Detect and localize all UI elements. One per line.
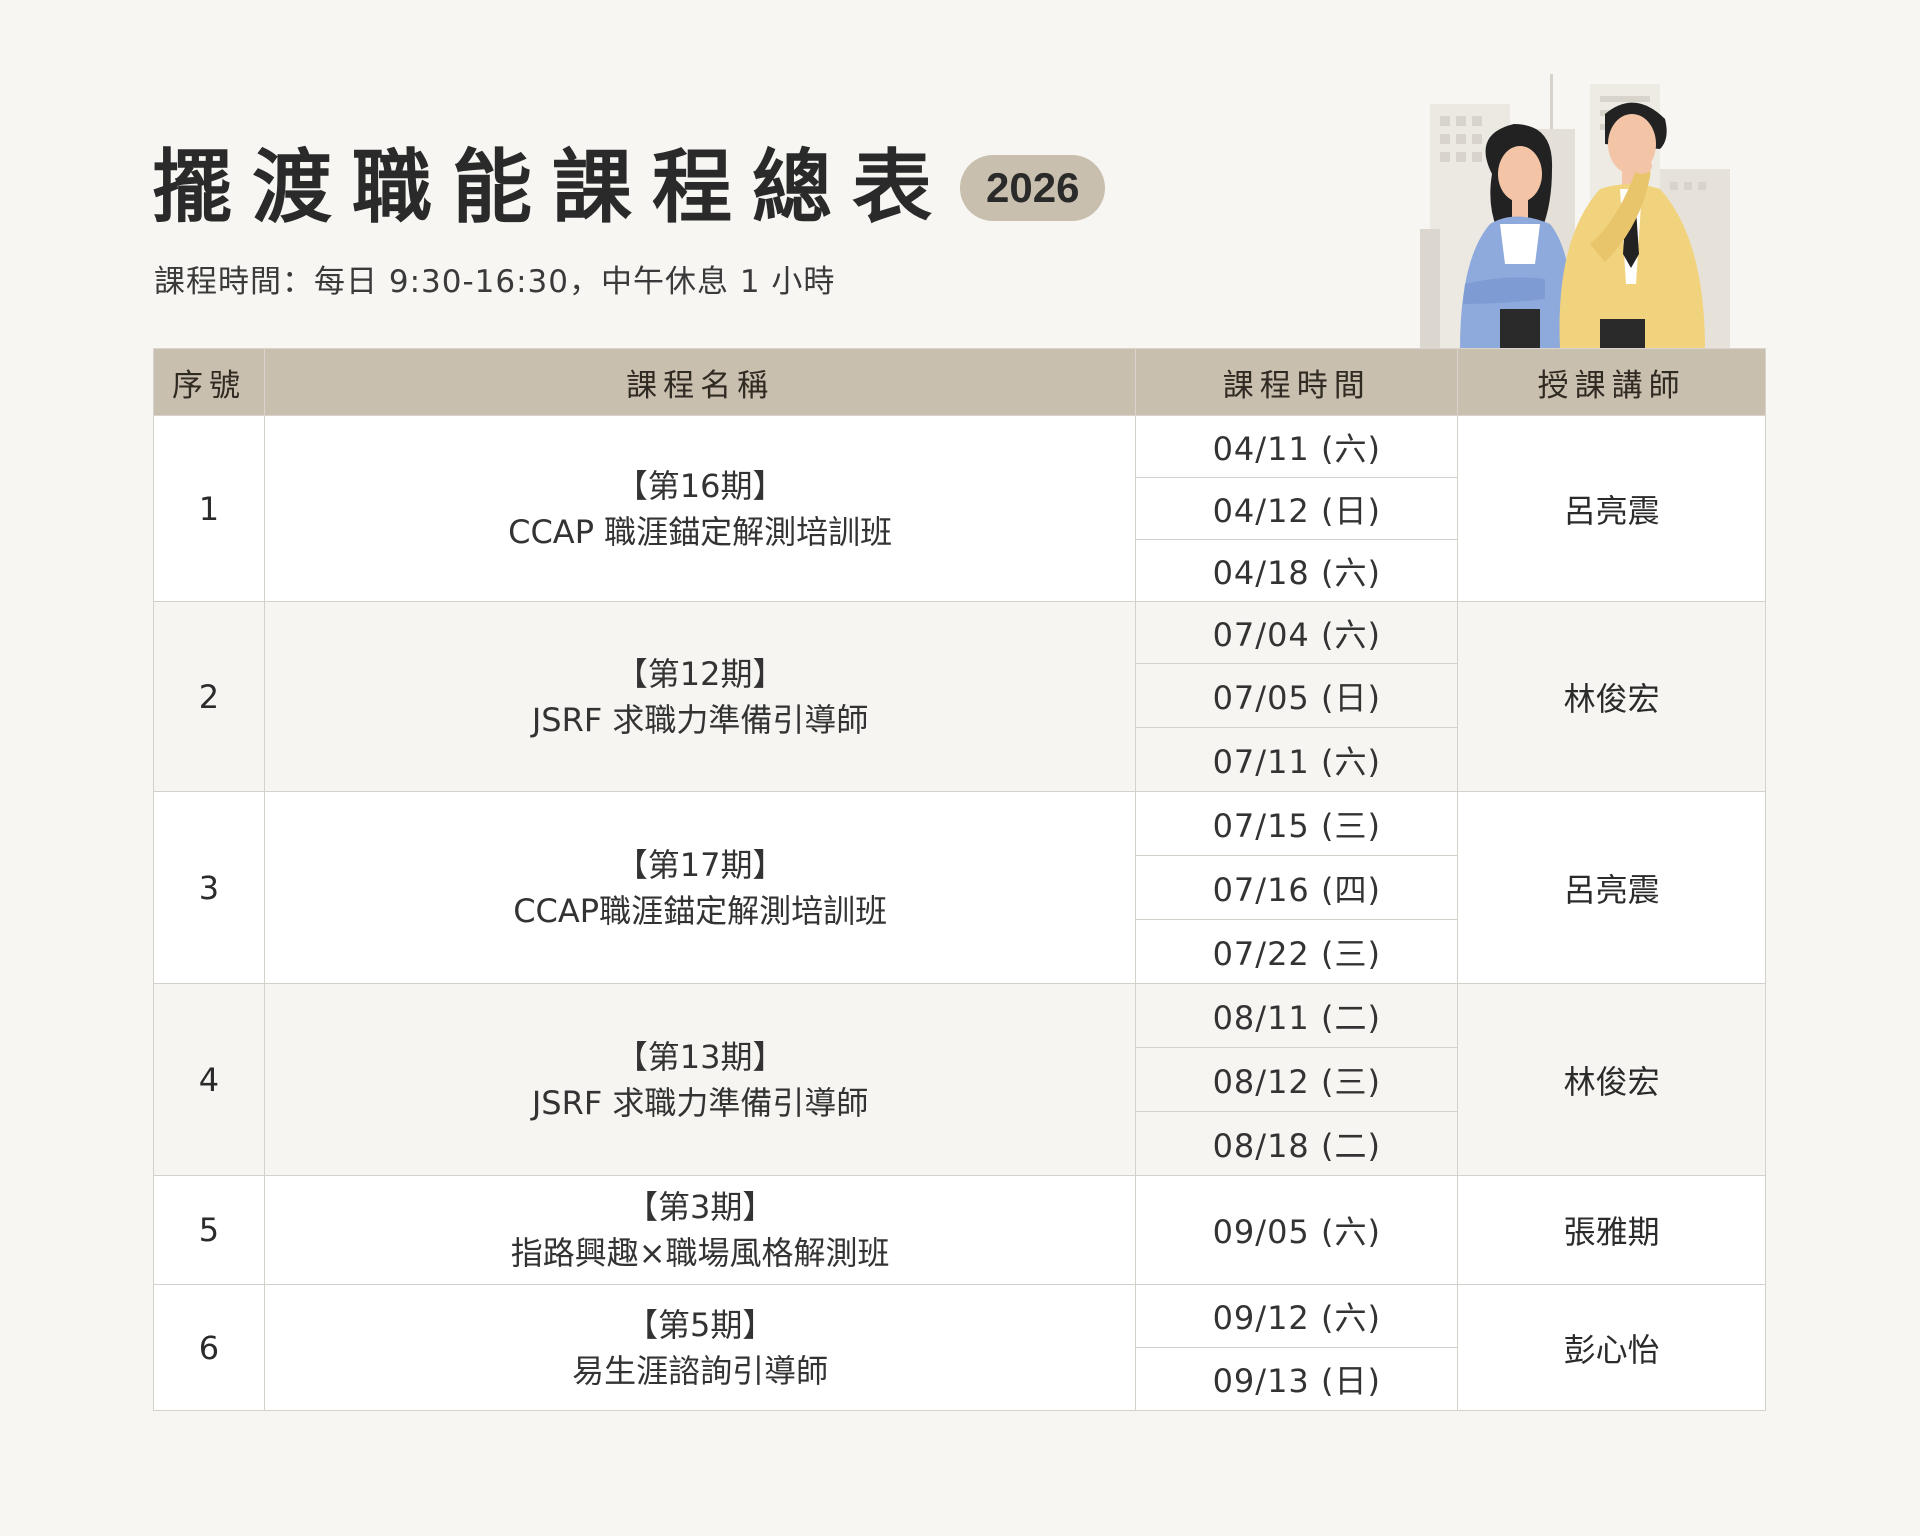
header-course-name: 課程名稱 [263,348,1137,416]
course-date: 09/13 (日) [1135,1347,1459,1411]
course-date: 07/22 (三) [1135,919,1459,984]
course-date: 04/18 (六) [1135,539,1459,602]
course-date: 08/12 (三) [1135,1047,1459,1112]
header-course-time: 課程時間 [1135,348,1459,416]
course-title: JSRF 求職力準備引導師 [531,1083,869,1122]
course-date: 09/05 (六) [1135,1175,1459,1285]
course-period: 【第16期】 [615,466,785,505]
instructor: 張雅期 [1457,1175,1766,1285]
row-number: 5 [153,1175,265,1285]
instructor: 林俊宏 [1457,601,1766,792]
course-date: 07/15 (三) [1135,791,1459,856]
course-date: 04/12 (日) [1135,477,1459,540]
course-title: 易生涯諮詢引導師 [572,1351,829,1390]
row-number: 2 [153,601,265,792]
course-period: 【第13期】 [615,1037,785,1076]
course-title: CCAP 職涯錨定解測培訓班 [508,512,893,551]
course-title: 指路興趣×職場風格解測班 [510,1234,890,1272]
course-date: 07/05 (日) [1135,663,1459,728]
course-title: CCAP職涯錨定解測培訓班 [513,891,888,930]
row-number: 6 [153,1284,265,1411]
course-name-cell: 【第12期】 JSRF 求職力準備引導師 [263,601,1137,792]
year-badge: 2026 [960,155,1106,221]
course-date: 08/18 (二) [1135,1111,1459,1176]
course-period: 【第17期】 [615,845,785,884]
table-row: 5 【第3期】 指路興趣×職場風格解測班 09/05 (六) 張雅期 [153,1175,1766,1285]
instructor: 呂亮震 [1457,791,1766,984]
course-date: 08/11 (二) [1135,983,1459,1048]
course-date: 07/11 (六) [1135,727,1459,792]
table-row: 6 【第5期】 易生涯諮詢引導師 09/12 (六) 彭心怡 [153,1284,1766,1411]
course-table: 序號 課程名稱 課程時間 授課講師 1 【第16期】 CCAP 職涯錨定解測培訓… [153,348,1766,1411]
course-name-cell: 【第5期】 易生涯諮詢引導師 [263,1284,1137,1411]
instructor: 林俊宏 [1457,983,1766,1176]
instructor: 彭心怡 [1457,1284,1766,1411]
table-header-row: 序號 課程名稱 課程時間 授課講師 [153,348,1766,416]
course-period: 【第3期】 [625,1188,775,1226]
row-number: 3 [153,791,265,984]
header-number: 序號 [153,348,265,416]
header-instructor: 授課講師 [1457,348,1766,416]
table-row: 1 【第16期】 CCAP 職涯錨定解測培訓班 04/11 (六) 呂亮震 [153,415,1766,602]
row-number: 4 [153,983,265,1176]
instructor: 呂亮震 [1457,415,1766,602]
course-period: 【第5期】 [625,1305,775,1344]
page-subtitle: 課程時間：每日 9:30-16:30，中午休息 1 小時 [154,264,836,300]
course-date: 07/16 (四) [1135,855,1459,920]
table-row: 4 【第13期】 JSRF 求職力準備引導師 08/11 (二) 林俊宏 [153,983,1766,1176]
course-period: 【第12期】 [615,654,785,693]
course-date: 09/12 (六) [1135,1284,1459,1348]
course-name-cell: 【第16期】 CCAP 職涯錨定解測培訓班 [263,415,1137,602]
table-row: 2 【第12期】 JSRF 求職力準備引導師 07/04 (六) 林俊宏 [153,601,1766,792]
course-title: JSRF 求職力準備引導師 [531,700,869,739]
course-date: 07/04 (六) [1135,601,1459,664]
course-name-cell: 【第17期】 CCAP職涯錨定解測培訓班 [263,791,1137,984]
row-number: 1 [153,415,265,602]
business-people-icon [1420,74,1730,349]
course-date: 04/11 (六) [1135,415,1459,478]
table-row: 3 【第17期】 CCAP職涯錨定解測培訓班 07/15 (三) 呂亮震 [153,791,1766,984]
course-name-cell: 【第13期】 JSRF 求職力準備引導師 [263,983,1137,1176]
course-name-cell: 【第3期】 指路興趣×職場風格解測班 [263,1175,1137,1285]
page-title: 擺渡職能課程總表 [152,141,952,234]
title-row: 擺渡職能課程總表 2026 [152,138,1106,238]
